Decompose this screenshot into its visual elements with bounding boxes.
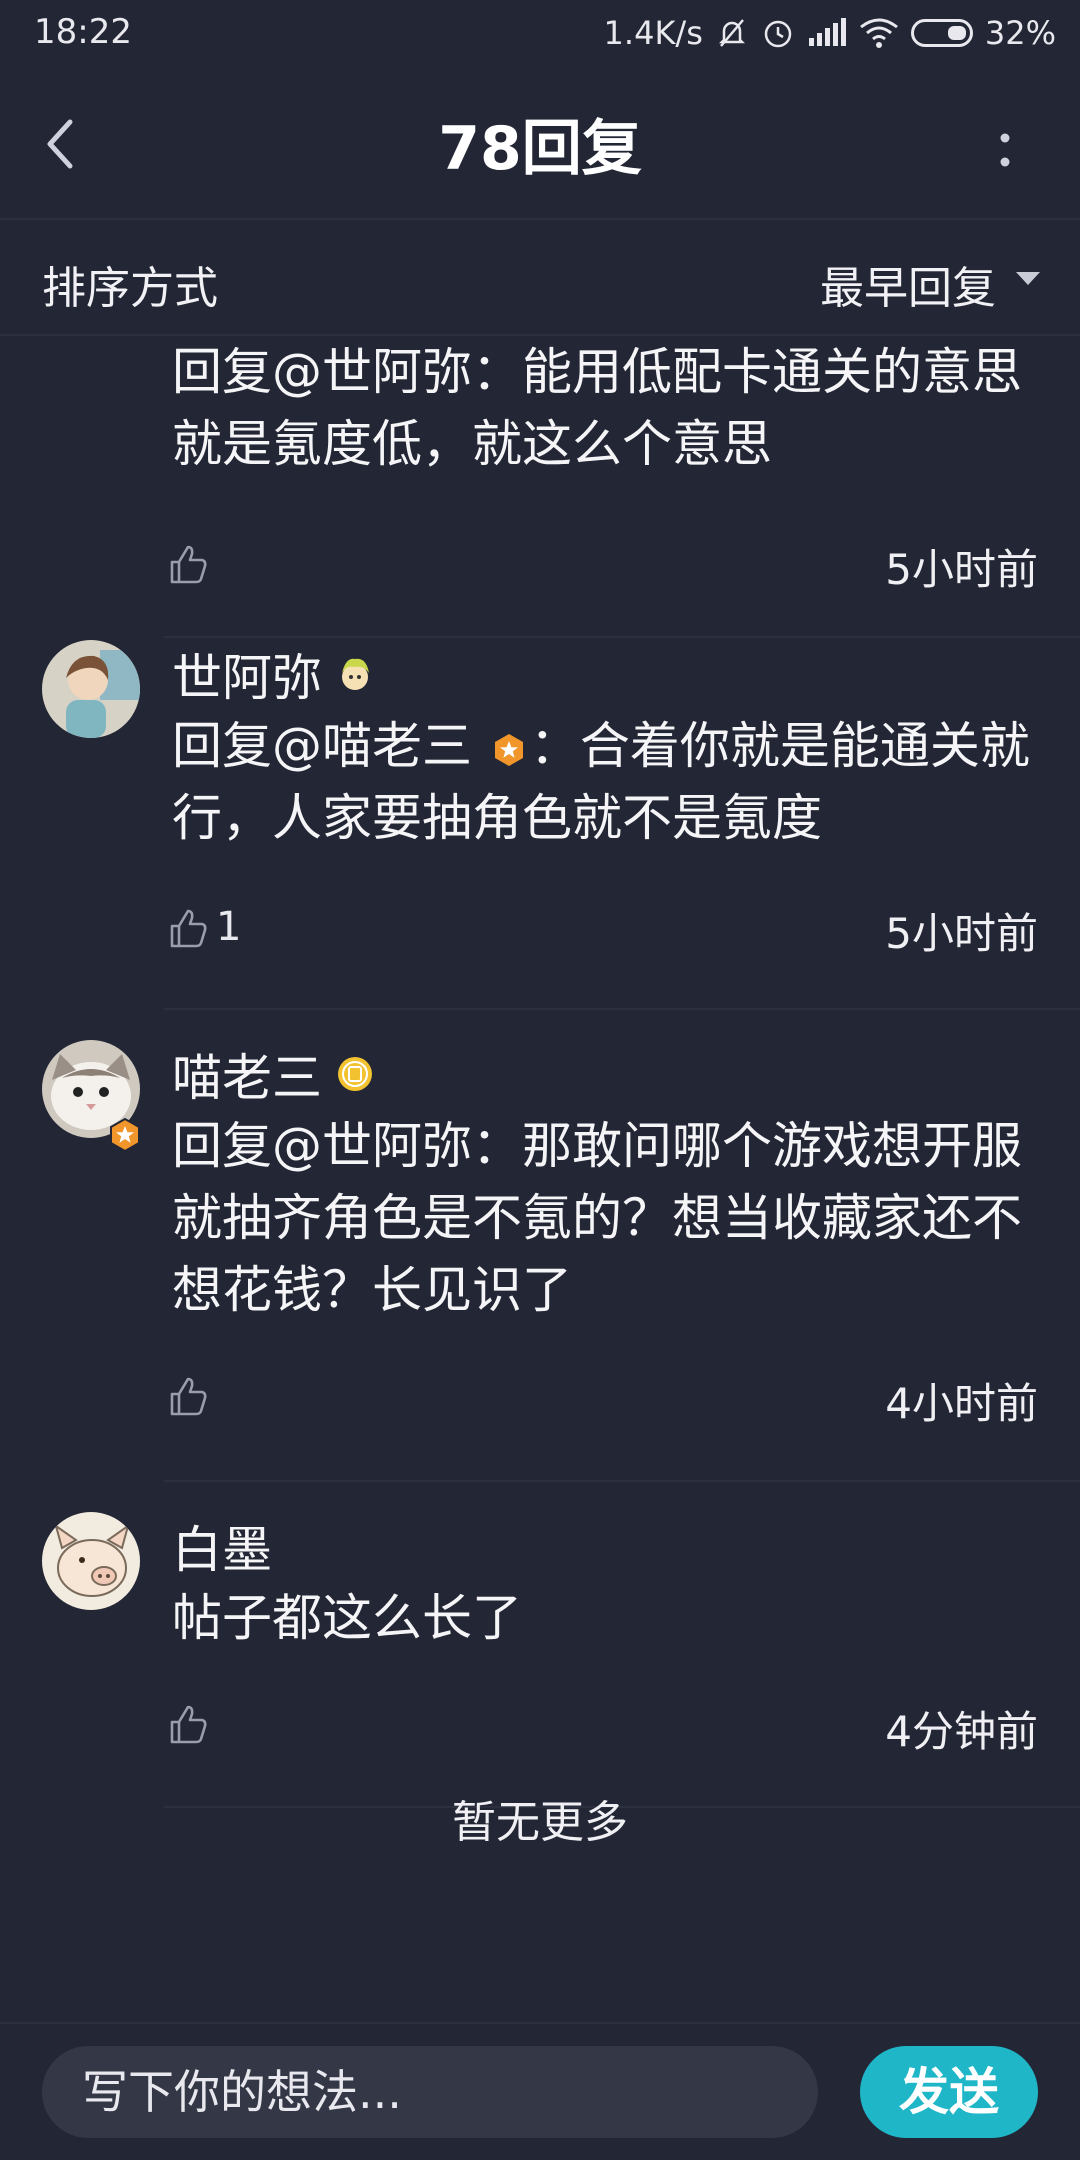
comment-composer: 发送 — [0, 2022, 1080, 2160]
bell-muted-icon — [718, 19, 745, 47]
author-name: 喵老三 — [172, 1049, 322, 1107]
page-title: 78回复 — [438, 114, 642, 184]
level-badge-icon — [338, 1057, 372, 1091]
author-name: 白墨 — [172, 1521, 272, 1579]
comment-item: 白墨 帖子都这么长了 4分钟前 — [0, 1482, 1080, 1808]
star-badge-icon — [494, 733, 523, 766]
comment-time: 4分钟前 — [885, 1707, 1038, 1756]
comment-author[interactable]: 白墨 — [172, 1510, 272, 1582]
send-button[interactable]: 发送 — [860, 2046, 1038, 2138]
thumbs-up-icon[interactable] — [166, 542, 210, 586]
battery-icon — [910, 19, 973, 47]
comment-item: 喵老三 回复@世阿弥：那敢问哪个游戏想开服就抽齐角色是不氪的？想当收藏家还不想花… — [0, 1010, 1080, 1482]
comment-author[interactable]: 世阿弥 — [172, 638, 374, 710]
sort-dropdown[interactable]: 最早回复 — [820, 252, 996, 316]
comment-input[interactable] — [42, 2046, 818, 2138]
comment-item: 世阿弥 回复@喵老三 ：合着你就是能通关就行，人家要抽角色就不是氪度 1 5小时… — [0, 610, 1080, 1010]
character-badge-icon — [342, 658, 369, 690]
avatar[interactable] — [42, 1512, 140, 1610]
thumbs-up-icon[interactable] — [166, 1374, 210, 1418]
more-options-icon[interactable] — [990, 120, 1020, 180]
battery-level: 32% — [984, 14, 1056, 52]
comment-body: 回复@喵老三 ：合着你就是能通关就行，人家要抽角色就不是氪度 — [172, 710, 1042, 854]
net-speed: 1.4K/s — [603, 14, 703, 52]
comment-time: 4小时前 — [885, 1379, 1038, 1428]
status-icons: 1.4K/s 32% — [604, 10, 1056, 56]
author-name: 世阿弥 — [172, 649, 322, 707]
caret-down-icon[interactable] — [1016, 272, 1040, 285]
like-count: 1 — [216, 904, 242, 950]
alarm-icon — [764, 20, 792, 48]
no-more-label: 暂无更多 — [452, 1797, 628, 1848]
comment-time: 5小时前 — [885, 909, 1038, 958]
comment-body: 回复@世阿弥：能用低配卡通关的意思就是氪度低，就这么个意思 — [172, 343, 1022, 473]
comment-list: 回复@世阿弥：能用低配卡通关的意思就是氪度低，就这么个意思 5小时前 世阿弥 回… — [0, 336, 1080, 2020]
thumbs-up-icon[interactable] — [166, 1702, 210, 1746]
signal-icon — [808, 18, 846, 46]
comment-author[interactable]: 喵老三 — [172, 1038, 374, 1110]
comment-body: 回复@世阿弥：那敢问哪个游戏想开服就抽齐角色是不氪的？想当收藏家还不想花钱？长见… — [172, 1117, 1022, 1319]
sort-label: 排序方式 — [42, 263, 218, 314]
nav-bar: 78回复 — [0, 70, 1080, 220]
sort-bar: 排序方式 最早回复 — [0, 220, 1080, 336]
reply-mention[interactable]: 回复@喵老三 — [172, 717, 472, 775]
star-badge-icon — [110, 1118, 140, 1152]
status-bar: 18:22 1.4K/s 32% — [0, 0, 1080, 70]
avatar[interactable] — [42, 640, 140, 738]
thumbs-up-icon[interactable] — [166, 906, 210, 950]
comment-time: 5小时前 — [885, 545, 1038, 594]
comment-body: 帖子都这么长了 — [172, 1589, 522, 1647]
wifi-icon — [859, 18, 898, 48]
